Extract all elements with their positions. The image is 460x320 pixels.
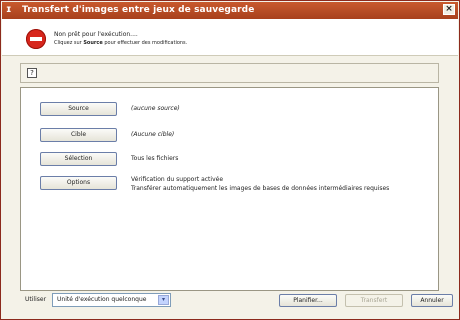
status-header: Non prêt pour l'exécution.... Cliquez su… bbox=[2, 19, 458, 56]
options-value-line2: Transférer automatiquement les images de… bbox=[131, 185, 390, 192]
source-button[interactable]: Source bbox=[40, 102, 117, 116]
device-select[interactable]: Unité d'exécution quelconque ▾ bbox=[52, 293, 171, 307]
title-bar[interactable]: ɪ Transfert d'images entre jeux de sauve… bbox=[2, 2, 458, 19]
planifier-button[interactable]: Planifier... bbox=[279, 294, 337, 307]
transfert-button[interactable]: Transfert bbox=[345, 294, 403, 307]
window-title: Transfert d'images entre jeux de sauvega… bbox=[22, 5, 255, 15]
dialog-window: ɪ Transfert d'images entre jeux de sauve… bbox=[0, 0, 460, 320]
status-hint-suffix: pour effectuer des modifications. bbox=[102, 40, 188, 46]
close-button[interactable]: × bbox=[443, 4, 455, 15]
app-icon: ɪ bbox=[6, 4, 12, 15]
chevron-down-icon[interactable]: ▾ bbox=[158, 295, 169, 305]
options-value-line1: Vérification du support activée bbox=[131, 176, 224, 183]
use-label: Utiliser bbox=[25, 296, 47, 303]
source-value: (aucune source) bbox=[131, 105, 180, 112]
annuler-button[interactable]: Annuler bbox=[411, 294, 453, 307]
selection-value: Tous les fichiers bbox=[131, 155, 179, 162]
device-select-value: Unité d'exécution quelconque bbox=[57, 296, 147, 303]
status-hint: Cliquez sur Source pour effectuer des mo… bbox=[54, 39, 187, 47]
status-hint-bold: Source bbox=[83, 40, 103, 46]
status-title: Non prêt pour l'exécution.... bbox=[54, 31, 138, 38]
stop-icon bbox=[26, 29, 46, 49]
options-button[interactable]: Options bbox=[40, 176, 117, 190]
status-hint-prefix: Cliquez sur bbox=[54, 40, 84, 46]
help-bar: ? bbox=[20, 63, 439, 83]
cible-button[interactable]: Cible bbox=[40, 128, 117, 142]
cible-value: (Aucune cible) bbox=[131, 131, 175, 138]
settings-panel: Source (aucune source) Cible (Aucune cib… bbox=[20, 87, 439, 291]
selection-button[interactable]: Sélection bbox=[40, 152, 117, 166]
help-icon[interactable]: ? bbox=[27, 68, 37, 78]
